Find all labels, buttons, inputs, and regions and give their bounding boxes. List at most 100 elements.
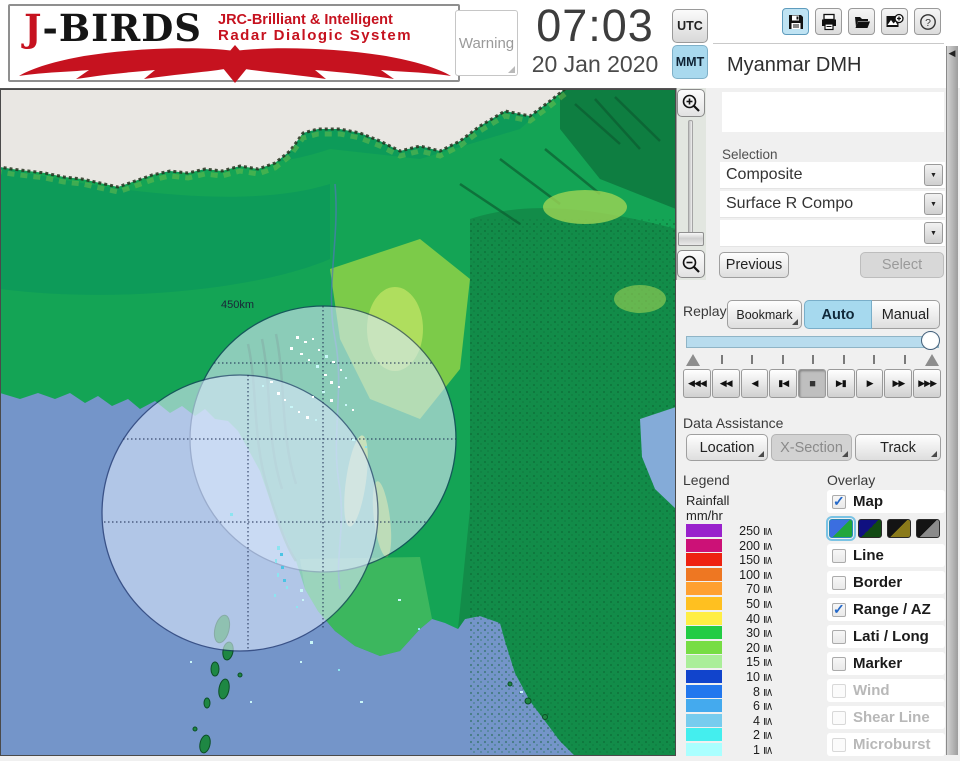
map-style-swatches [826,516,945,541]
legend-value: 250 [739,524,760,538]
checkbox-line[interactable] [832,548,846,563]
utc-button[interactable]: UTC [672,9,708,43]
checkbox-wind[interactable] [832,683,846,698]
subproduct-dropdown-button[interactable]: ▼ [924,193,943,215]
add-image-button[interactable] [881,8,908,35]
auto-button[interactable]: Auto [804,300,872,329]
legend-swatch [686,684,722,698]
overlay-row-wind[interactable]: Wind [827,679,945,702]
legend-value: 8 [753,684,760,699]
replay-slider-ticks [686,352,939,367]
x-section-button[interactable]: X-Section [771,434,852,461]
manual-button[interactable]: Manual [872,300,940,329]
skip-end-button[interactable]: ▶▮ [826,369,855,398]
legend-row: 250 ≦ [686,524,786,539]
help-button[interactable]: ? [914,8,941,35]
save-button[interactable] [782,8,809,35]
playback-controls: ◀◀◀ ◀◀ ◀ ▮◀ ■ ▶▮ ▶ ▶▶ ▶▶▶ [683,369,942,398]
legend-swatch [686,640,722,654]
overlay-item-label: Range / AZ [853,601,931,618]
zoom-out-button[interactable] [677,250,705,278]
slider-end-marker [925,354,939,366]
checkbox-marker[interactable] [832,656,846,671]
replay-slider-handle[interactable] [921,331,940,350]
option-dropdown-button[interactable]: ▼ [924,222,943,244]
overlay-row-border[interactable]: Border [827,571,945,594]
overlay-item-label: Wind [853,682,890,699]
legend-swatch [686,611,722,625]
map-style-swatch-1[interactable] [826,516,856,541]
save-icon [788,14,803,29]
play-button[interactable]: ▶ [855,369,884,398]
print-button[interactable] [815,8,842,35]
fast-forward-button[interactable]: ▶▶▶ [913,369,942,398]
zoom-in-button[interactable] [677,89,705,117]
option-dropdown[interactable] [720,220,945,247]
magnifier-plus-icon [682,94,700,112]
legend-swatch [686,524,722,537]
checkbox-shear-line[interactable] [832,710,846,725]
legend-row: 2 ≦ [686,728,786,743]
panel-scrollbar[interactable] [946,46,958,755]
zoom-slider-track[interactable] [688,120,693,245]
radar-map[interactable]: 450km [0,87,676,757]
legend-row: 10 ≦ [686,669,786,685]
overlay-row-microburst[interactable]: Microburst [827,733,945,756]
select-button[interactable]: Select [860,252,944,278]
checkbox-range-az[interactable] [832,601,846,618]
warning-button[interactable]: Warning [455,10,518,76]
mmt-button[interactable]: MMT [672,45,708,79]
legend-row: 200 ≦ [686,538,786,554]
zoom-slider-handle[interactable] [678,232,704,246]
legend-swatch [686,728,722,742]
legend-row: 30 ≦ [686,626,786,641]
overlay-row-lati-long[interactable]: Lati / Long [827,625,945,648]
legend-row: 4 ≦ [686,713,786,729]
less-equal-icon: ≦ [762,541,775,551]
replay-label: Replay [683,303,727,319]
legend-swatch [686,567,722,581]
slider-tick [751,355,753,364]
skip-start-button[interactable]: ▮◀ [769,369,798,398]
legend-row: 15 ≦ [686,655,786,670]
replay-slider-track[interactable] [686,336,939,348]
overlay-row-map[interactable]: Map [827,490,945,513]
less-equal-icon: ≦ [762,585,775,595]
open-folder-button[interactable] [848,8,875,35]
checkbox-map[interactable] [832,493,846,510]
step-back-button[interactable]: ◀ [740,369,769,398]
command-input[interactable] [722,92,944,132]
overlay-row-shear-line[interactable]: Shear Line [827,706,945,729]
bookmark-button[interactable]: Bookmark [727,300,802,329]
overlay-row-line[interactable]: Line [827,544,945,567]
overlay-row-marker[interactable]: Marker [827,652,945,675]
checkbox-microburst[interactable] [832,737,846,752]
map-style-swatch-3[interactable] [887,519,911,538]
chevron-down-icon: ▼ [930,229,937,237]
checkbox-lati-long[interactable] [832,629,846,644]
legend-value: 30 [746,626,760,641]
less-equal-icon: ≦ [762,731,775,741]
track-button[interactable]: Track [855,434,941,461]
stop-button[interactable]: ■ [798,369,826,398]
forward-button[interactable]: ▶▶ [884,369,913,398]
previous-button[interactable]: Previous [719,252,789,278]
range-label: 450km [221,299,254,311]
clock-time: 07:03 [536,0,654,51]
location-button[interactable]: Location [686,434,768,461]
checkbox-border[interactable] [832,575,846,590]
less-equal-icon: ≦ [762,687,775,697]
subproduct-dropdown[interactable]: Surface R Compo [720,191,945,218]
overlay-row-range-az[interactable]: Range / AZ [827,598,945,621]
legend-swatch [686,713,722,727]
legend-value: 2 [753,728,760,743]
product-dropdown-button[interactable]: ▼ [924,164,943,186]
collapse-panel-icon[interactable]: ◀ [946,48,958,59]
map-style-swatch-4[interactable] [916,519,940,538]
legend-swatch [686,742,722,756]
map-style-swatch-2[interactable] [858,519,882,538]
rewind-button[interactable]: ◀◀ [711,369,740,398]
less-equal-icon: ≦ [762,526,775,537]
fast-rewind-button[interactable]: ◀◀◀ [683,369,711,398]
product-dropdown[interactable]: Composite [720,162,945,189]
